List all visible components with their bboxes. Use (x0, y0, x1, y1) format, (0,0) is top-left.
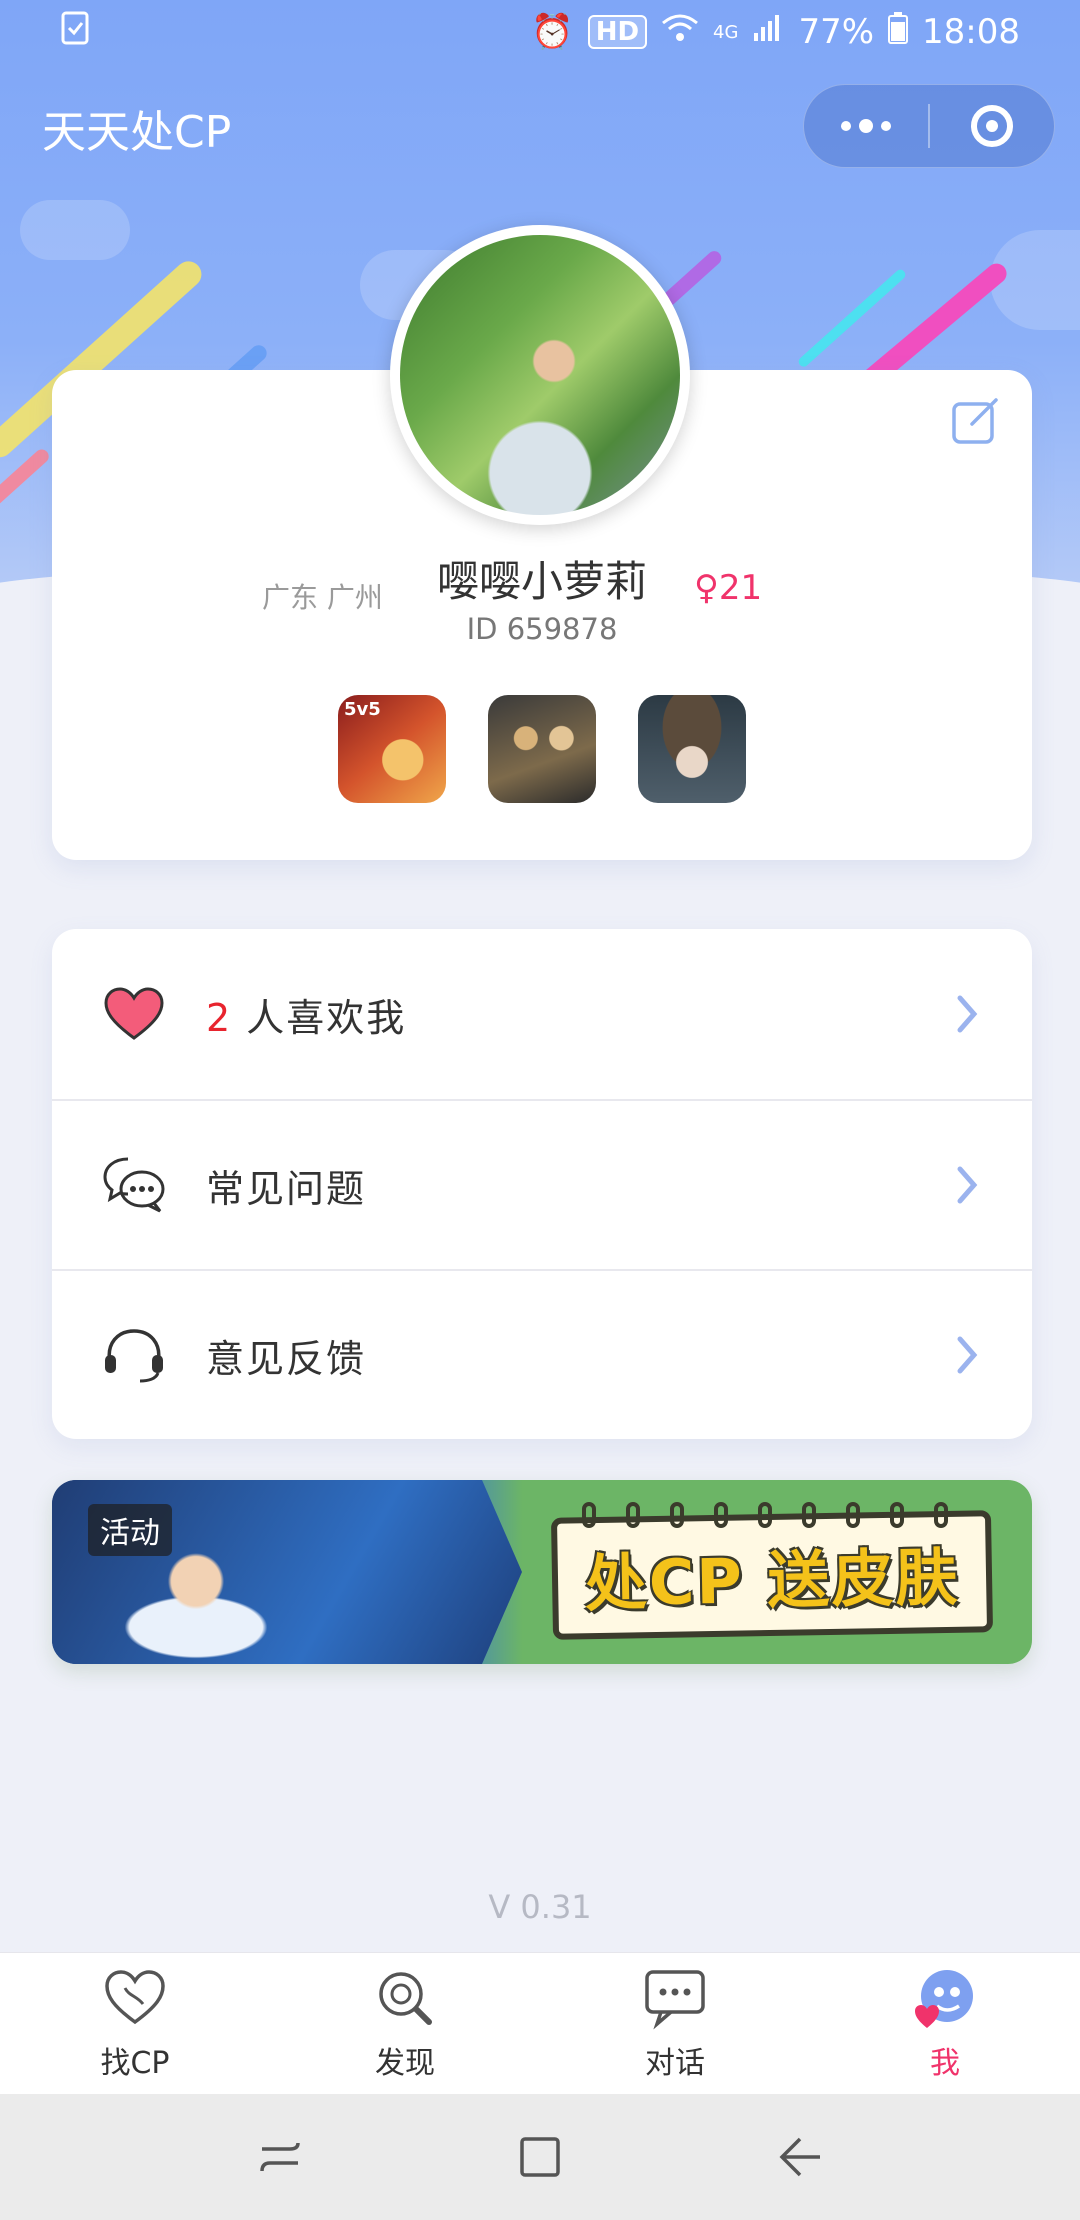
user-id: ID 659878 (466, 612, 618, 646)
gender-age: ♀21 (694, 568, 762, 608)
game-badge: 5v5 (344, 699, 381, 720)
nickname: 嘤嘤小萝莉 (436, 557, 647, 606)
more-dots-icon (841, 119, 891, 133)
app-title: 天天处CP (42, 107, 232, 158)
heart-icon (102, 982, 166, 1046)
notepad-rings-decoration (582, 1502, 948, 1528)
chevron-right-icon (957, 1166, 978, 1204)
stripe-decoration (0, 446, 52, 518)
tab-bar: 找CP 发现 对话 我 (0, 1952, 1080, 2094)
chat-icon (645, 1969, 705, 2029)
likes-count: 2 (206, 995, 233, 1040)
game-icon-identity-v[interactable] (638, 695, 746, 803)
notification-icon (60, 11, 531, 54)
female-icon: ♀ (694, 568, 719, 608)
tab-find-cp[interactable]: 找CP (0, 1953, 270, 2094)
hd-badge: HD (587, 15, 648, 49)
tab-label: 我 (930, 2045, 960, 2081)
chevron-right-icon (957, 995, 978, 1033)
back-icon[interactable] (772, 2129, 828, 2185)
signal-icon (752, 12, 784, 52)
menu-item-feedback[interactable]: 意见反馈 (52, 1269, 1032, 1439)
avatar-photo (400, 235, 680, 515)
game-icon-pubg[interactable] (488, 695, 596, 803)
faq-label: 常见问题 (206, 1166, 367, 1211)
cloud-decoration (20, 200, 130, 260)
recent-apps-icon[interactable] (252, 2129, 308, 2185)
tab-me[interactable]: 我 (810, 1953, 1080, 2094)
network-type: 4G (713, 21, 739, 43)
target-circle-icon (971, 105, 1013, 147)
mini-program-capsule (803, 84, 1055, 168)
likes-text: 2 人喜欢我 (206, 987, 952, 1042)
age-text: 21 (718, 568, 763, 608)
chevron-right-icon (957, 1336, 978, 1374)
tab-chat[interactable]: 对话 (540, 1953, 810, 2094)
system-nav-bar (0, 2094, 1080, 2220)
game-list: 5v5 (338, 695, 746, 803)
menu-card: 2 人喜欢我 常见问题 意见反馈 (52, 929, 1032, 1439)
tab-label: 对话 (645, 2045, 705, 2081)
feedback-label: 意见反馈 (206, 1336, 367, 1381)
chat-bubbles-icon (102, 1153, 166, 1217)
battery-icon (888, 11, 909, 53)
tab-label: 找CP (100, 2045, 170, 2081)
home-icon[interactable] (512, 2129, 568, 2185)
banner-headline: 处CP 送皮肤 (584, 1540, 960, 1621)
menu-item-likes[interactable]: 2 人喜欢我 (52, 929, 1032, 1099)
likes-label: 人喜欢我 (246, 995, 407, 1040)
clock-time: 18:08 (922, 12, 1020, 52)
close-mini-program-button[interactable] (930, 85, 1054, 167)
status-bar: ⏰ HD 4G 77% 18:08 (0, 0, 1080, 64)
alarm-icon: ⏰ (531, 12, 574, 52)
tab-discover[interactable]: 发现 (270, 1953, 540, 2094)
more-button[interactable] (804, 85, 928, 167)
activity-banner[interactable]: 活动 处CP 送皮肤 (52, 1480, 1032, 1664)
heart-outline-icon (105, 1969, 165, 2024)
activity-tag: 活动 (88, 1504, 172, 1556)
wifi-icon (661, 12, 699, 52)
tab-label: 发现 (375, 2045, 435, 2081)
avatar[interactable] (390, 225, 690, 525)
game-icon-honor-of-kings[interactable]: 5v5 (338, 695, 446, 803)
headset-icon (102, 1323, 166, 1387)
version-text: V 0.31 (488, 1888, 592, 1926)
menu-item-faq[interactable]: 常见问题 (52, 1099, 1032, 1269)
banner-sign: 处CP 送皮肤 (550, 1510, 994, 1640)
battery-percent: 77% (798, 12, 875, 52)
profile-face-icon (915, 1969, 973, 2028)
edit-icon[interactable] (950, 394, 1002, 446)
search-icon (379, 1971, 432, 2025)
